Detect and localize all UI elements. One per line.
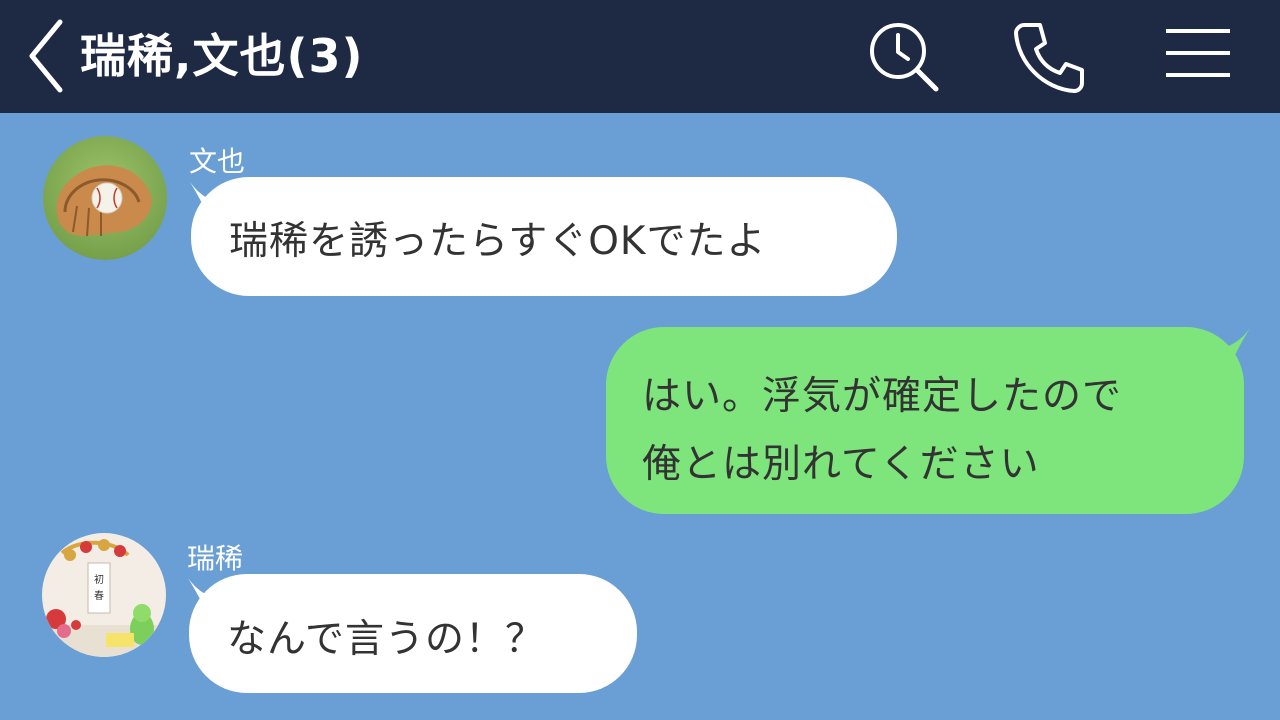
message-bubble-outgoing[interactable]: はい。浮気が確定したので 俺とは別れてください [606,327,1244,514]
message-bubble-incoming[interactable]: なんで言うの！？ [189,574,637,693]
search-button[interactable] [864,17,944,97]
chevron-left-icon [29,19,63,93]
message-bubble-incoming[interactable]: 瑞稀を誘ったらすぐOKでたよ [191,177,897,296]
chat-screen: 瑞稀,文也(3) 文也 瑞稀を誘ったらすぐOKでたよ はい。浮気が確定したので … [0,0,1280,720]
message-text-line-2: 俺とは別れてください [642,442,1040,487]
message-text-line-1: はい。浮気が確定したので [642,374,1123,419]
hamburger-menu-icon [1166,29,1230,77]
menu-button[interactable] [1158,17,1238,97]
svg-text:初: 初 [94,573,104,586]
sender-name: 瑞稀 [187,542,244,575]
sender-name: 文也 [189,145,246,178]
new-year-decoration-avatar: 初 春 [42,533,166,657]
back-button[interactable] [22,14,74,94]
chat-header: 瑞稀,文也(3) [0,0,1280,113]
call-button[interactable] [1008,17,1088,97]
avatar-mizuki[interactable]: 初 春 [42,533,166,657]
chat-title: 瑞稀,文也(3) [80,29,364,83]
baseball-glove-avatar [43,136,167,260]
clock-search-icon [870,23,939,92]
avatar-fumiya[interactable] [43,136,167,260]
message-text: 瑞稀を誘ったらすぐOKでたよ [229,219,767,264]
message-text: なんで言うの！？ [227,617,546,662]
svg-text:春: 春 [94,590,104,602]
phone-icon [1014,23,1084,93]
